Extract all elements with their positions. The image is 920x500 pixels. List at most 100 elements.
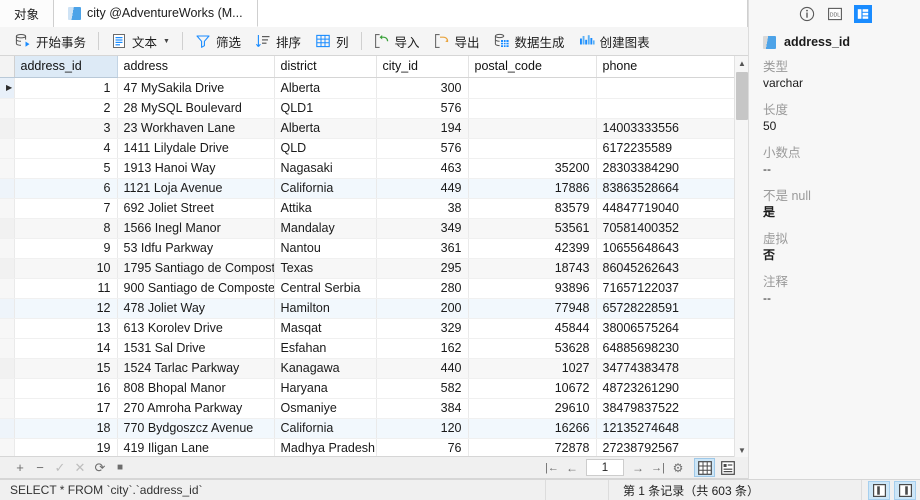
cell-postal-code[interactable]: 16266: [468, 418, 597, 439]
cell-address[interactable]: 28 MySQL Boulevard: [117, 98, 275, 119]
cell-address-id[interactable]: 6: [14, 178, 118, 199]
cell-district[interactable]: Esfahan: [274, 338, 377, 359]
sidebar-tab-ddl[interactable]: DDL: [826, 5, 844, 23]
cell-city-id[interactable]: 440: [376, 358, 469, 379]
table-row[interactable]: 16 808 Bhopal Manor Haryana 582 10672 4872326…: [0, 378, 741, 399]
cell-city-id[interactable]: 463: [376, 158, 469, 179]
row-gutter-cell[interactable]: [0, 338, 15, 359]
column-header-address-id[interactable]: address_id: [14, 56, 118, 78]
column-header-phone[interactable]: phone: [596, 56, 741, 78]
column-header-district[interactable]: district: [274, 56, 377, 78]
cell-city-id[interactable]: 38: [376, 198, 469, 219]
scroll-up-arrow[interactable]: ▲: [735, 56, 749, 70]
tab-objects[interactable]: 对象: [0, 0, 55, 27]
cell-address-id[interactable]: 8: [14, 218, 118, 239]
cell-postal-code[interactable]: 10672: [468, 378, 597, 399]
cell-phone[interactable]: 14003333556: [596, 118, 741, 139]
cell-city-id[interactable]: 200: [376, 298, 469, 319]
table-row[interactable]: 7 692 Joliet Street Attika 38 83579 448477190…: [0, 198, 741, 219]
cell-city-id[interactable]: 194: [376, 118, 469, 139]
cell-district[interactable]: California: [274, 418, 377, 439]
cell-phone[interactable]: 6172235589: [596, 138, 741, 159]
row-gutter-cell[interactable]: [0, 418, 15, 439]
cell-phone[interactable]: 83863528664: [596, 178, 741, 199]
table-row[interactable]: 3 23 Workhaven Lane Alberta 194 14003333556: [0, 118, 741, 139]
cell-postal-code[interactable]: 93896: [468, 278, 597, 299]
grid-vertical-scrollbar[interactable]: ▲ ▼: [734, 56, 749, 457]
table-row[interactable]: 6 1121 Loja Avenue California 449 17886 83863…: [0, 178, 741, 199]
cell-postal-code[interactable]: 17886: [468, 178, 597, 199]
table-row[interactable]: 13 613 Korolev Drive Masqat 329 45844 3800657…: [0, 318, 741, 339]
cell-district[interactable]: Hamilton: [274, 298, 377, 319]
cell-address-id[interactable]: 7: [14, 198, 118, 219]
cell-phone[interactable]: 38006575264: [596, 318, 741, 339]
scrollbar-thumb[interactable]: [736, 72, 748, 120]
cell-city-id[interactable]: 576: [376, 138, 469, 159]
row-gutter-cell[interactable]: ▶: [0, 77, 15, 99]
columns-button[interactable]: 列: [308, 29, 356, 53]
cell-city-id[interactable]: 449: [376, 178, 469, 199]
table-row[interactable]: 11 900 Santiago de Compostela Central Serb…: [0, 278, 741, 299]
cell-city-id[interactable]: 582: [376, 378, 469, 399]
row-gutter-cell[interactable]: [0, 218, 15, 239]
cell-district[interactable]: Haryana: [274, 378, 377, 399]
table-row[interactable]: 12 478 Joliet Way Hamilton 200 77948 65728228…: [0, 298, 741, 319]
cell-address[interactable]: 1531 Sal Drive: [117, 338, 275, 359]
row-gutter-cell[interactable]: [0, 158, 15, 179]
cell-address-id[interactable]: 19: [14, 438, 118, 456]
text-button[interactable]: 文本 ▼: [104, 29, 177, 53]
row-gutter-cell[interactable]: [0, 238, 15, 259]
sidebar-tab-structure[interactable]: [853, 4, 872, 23]
cell-address-id[interactable]: 10: [14, 258, 118, 279]
last-page-button[interactable]: →|: [648, 458, 668, 478]
add-record-button[interactable]: +: [10, 458, 30, 478]
cancel-edit-button[interactable]: ✕: [70, 458, 90, 478]
cell-phone[interactable]: 12135274648: [596, 418, 741, 439]
cell-postal-code[interactable]: 35200: [468, 158, 597, 179]
cell-address-id[interactable]: 12: [14, 298, 118, 319]
table-row[interactable]: 5 1913 Hanoi Way Nagasaki 463 35200 283033842…: [0, 158, 741, 179]
cell-city-id[interactable]: 76: [376, 438, 469, 456]
table-row[interactable]: 19 419 Iligan Lane Madhya Pradesh 76 72878 27…: [0, 438, 741, 456]
form-view-button[interactable]: [717, 458, 738, 477]
data-generation-button[interactable]: 数据生成: [487, 29, 572, 53]
cell-address-id[interactable]: 16: [14, 378, 118, 399]
cell-phone[interactable]: 28303384290: [596, 158, 741, 179]
cell-address-id[interactable]: 2: [14, 98, 118, 119]
cell-postal-code[interactable]: [468, 98, 597, 119]
cell-address[interactable]: 808 Bhopal Manor: [117, 378, 275, 399]
cell-city-id[interactable]: 162: [376, 338, 469, 359]
cell-postal-code[interactable]: [468, 138, 597, 159]
row-gutter-cell[interactable]: [0, 118, 15, 139]
cell-district[interactable]: California: [274, 178, 377, 199]
cell-postal-code[interactable]: 77948: [468, 298, 597, 319]
create-chart-button[interactable]: 创建图表: [572, 29, 657, 53]
cell-phone[interactable]: 38479837522: [596, 398, 741, 419]
cell-district[interactable]: Nagasaki: [274, 158, 377, 179]
cell-city-id[interactable]: 300: [376, 77, 469, 99]
table-row[interactable]: 15 1524 Tarlac Parkway Kanagawa 440 1027 3477…: [0, 358, 741, 379]
cell-address[interactable]: 47 MySakila Drive: [117, 77, 275, 99]
cell-phone[interactable]: 71657122037: [596, 278, 741, 299]
cell-city-id[interactable]: 349: [376, 218, 469, 239]
import-button[interactable]: 导入: [367, 29, 427, 53]
cell-postal-code[interactable]: 42399: [468, 238, 597, 259]
cell-address[interactable]: 478 Joliet Way: [117, 298, 275, 319]
table-row[interactable]: ▶ 1 47 MySakila Drive Alberta 300: [0, 77, 741, 99]
row-gutter-cell[interactable]: [0, 438, 15, 456]
refresh-button[interactable]: ⟳: [90, 458, 110, 478]
row-gutter-cell[interactable]: [0, 98, 15, 119]
cell-district[interactable]: Alberta: [274, 77, 377, 99]
cell-district[interactable]: Nantou: [274, 238, 377, 259]
table-row[interactable]: 9 53 Idfu Parkway Nantou 361 42399 1065564864…: [0, 238, 741, 259]
cell-address-id[interactable]: 15: [14, 358, 118, 379]
grid-view-button[interactable]: [694, 458, 715, 477]
cell-postal-code[interactable]: 18743: [468, 258, 597, 279]
cell-address-id[interactable]: 14: [14, 338, 118, 359]
cell-city-id[interactable]: 384: [376, 398, 469, 419]
cell-phone[interactable]: 34774383478: [596, 358, 741, 379]
cell-address-id[interactable]: 3: [14, 118, 118, 139]
cell-district[interactable]: Central Serbia: [274, 278, 377, 299]
cell-phone[interactable]: 27238792567: [596, 438, 741, 456]
cell-address[interactable]: 270 Amroha Parkway: [117, 398, 275, 419]
